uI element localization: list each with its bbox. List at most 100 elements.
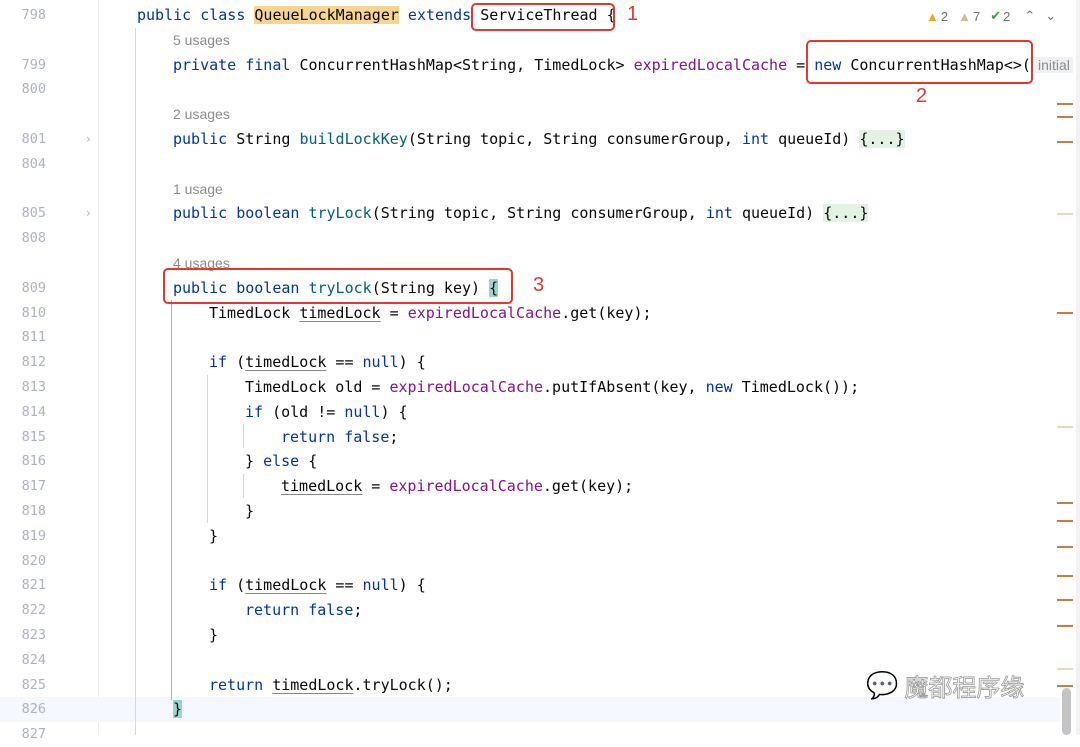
error-stripe-marker[interactable] [1057,599,1073,601]
code-text[interactable]: } [245,499,254,524]
code-line[interactable]: 813 TimedLock old = expiredLocalCache.put… [0,375,1060,400]
error-stripe-marker[interactable] [1057,685,1073,687]
line-number: 818 [21,503,46,519]
code-token: queueId) [778,130,860,148]
code-text[interactable]: return false; [245,598,362,623]
usage-hint-row[interactable]: 2 usages [0,102,1060,127]
error-stripe-marker[interactable] [1057,116,1073,118]
line-number: 798 [21,7,46,23]
code-line[interactable]: 814 if (old != null) { [0,400,1060,425]
code-line[interactable]: 808 [0,226,1060,251]
code-token: expiredLocalCache [407,303,562,322]
typo-check-icon: ✔ [990,8,1002,23]
wechat-icon: 💬 [866,670,899,701]
error-stripe-marker[interactable] [1057,426,1073,428]
folded-block[interactable]: {...} [859,130,905,148]
error-stripe-marker[interactable] [1057,625,1073,627]
code-line[interactable]: 809 public boolean tryLock(String key) { [0,276,1060,301]
usage-hint-row[interactable]: 1 usage [0,177,1060,202]
error-stripe-marker[interactable] [1057,546,1073,548]
code-text[interactable]: public String buildLockKey(String topic,… [173,127,905,152]
code-line[interactable]: 810 TimedLock timedLock = expiredLocalCac… [0,301,1060,326]
line-number: 808 [21,230,46,247]
error-stripe-marker[interactable] [1057,502,1073,504]
code-token: TimedLock old = [245,378,390,396]
code-line[interactable]: 822 return false; [0,598,1060,623]
code-token: null [362,353,399,372]
code-text[interactable]: } [209,524,218,549]
folded-block[interactable]: {...} [823,204,869,223]
code-text[interactable]: if (timedLock == null) { [209,350,426,375]
usages-link[interactable]: 1 usage [173,177,223,202]
line-number: 804 [21,155,46,172]
next-highlight-icon[interactable]: ⌄ [1045,8,1056,24]
code-line[interactable]: 818} [0,499,1060,524]
indent-guide [135,28,136,735]
typos-count[interactable]: ✔ 2 [990,8,1010,24]
code-line[interactable]: 823} [0,623,1060,648]
code-line[interactable]: 815 return false; [0,425,1060,450]
line-number: 814 [21,403,46,420]
code-token: { [308,452,318,471]
vertical-scrollbar[interactable] [1062,688,1071,735]
code-text[interactable]: if (old != null) { [245,400,408,425]
line-number: 813 [21,379,46,395]
usages-link[interactable]: 2 usages [173,102,230,127]
weak-warnings-count[interactable]: ▲ 7 [958,9,980,24]
code-line[interactable]: 804 [0,152,1060,177]
code-line[interactable]: 819} [0,524,1060,549]
error-stripe-marker[interactable] [1057,520,1073,522]
code-line[interactable]: 812 if (timedLock == null) { [0,350,1060,375]
line-number: 819 [21,527,46,544]
code-text[interactable]: return false; [281,425,398,450]
code-token: (old != [272,402,345,421]
code-token: ) { [398,353,426,372]
error-stripe-marker[interactable] [1057,141,1073,143]
code-editor[interactable]: 798 public class QueueLockManager extends… [0,0,1080,742]
code-token: String [236,130,300,148]
code-line[interactable]: 820 [0,549,1060,574]
code-token: } [173,700,183,719]
inspection-widget[interactable]: ▲ 2 ▲ 7 ✔ 2 ⌃ ⌄ [926,8,1056,24]
code-text[interactable]: } [173,697,183,722]
error-stripe-marker[interactable] [1057,575,1073,577]
line-number: 826 [21,701,46,718]
code-line[interactable]: 816} else { [0,449,1060,474]
code-line[interactable]: 805 › public boolean tryLock(String topic,… [0,201,1060,226]
code-line[interactable]: 801 › public String buildLockKey(String to… [0,127,1060,152]
code-text[interactable]: TimedLock timedLock = expiredLocalCache.… [209,301,652,326]
line-number: 811 [21,329,46,346]
error-stripe-marker[interactable] [1057,312,1073,314]
usages-link[interactable]: 5 usages [173,28,230,53]
error-stripe-marker[interactable] [1057,213,1073,215]
code-text[interactable]: TimedLock old = expiredLocalCache.putIfA… [245,375,859,400]
code-text[interactable]: return timedLock.tryLock(); [209,673,453,698]
line-number: 805 [21,205,46,222]
line-number: 810 [21,304,46,321]
line-number: 801 [21,131,46,147]
weak-warning-icon: ▲ [958,8,971,24]
code-line[interactable]: 817 timedLock = expiredLocalCache.get(key… [0,474,1060,499]
error-stripe-marker[interactable] [1057,103,1073,105]
usage-hint-row[interactable]: 4 usages [0,251,1060,276]
code-token: timedLock [281,477,363,496]
fold-chevron-icon[interactable]: › [86,127,91,152]
code-token: ; [353,601,363,620]
indent-guide [243,474,244,498]
code-line[interactable]: 821 if (timedLock == null) { [0,573,1060,598]
code-text[interactable]: } else { [245,449,317,474]
code-text[interactable]: timedLock = expiredLocalCache.get(key); [281,474,633,499]
code-text[interactable]: if (timedLock == null) { [209,573,426,598]
code-text[interactable]: } [209,623,218,648]
indent-guide [243,424,244,448]
fold-chevron-icon[interactable]: › [86,201,91,226]
line-number: 799 [21,56,46,73]
previous-highlight-icon[interactable]: ⌃ [1024,8,1035,24]
error-stripe-marker[interactable] [1057,668,1073,670]
warnings-count[interactable]: ▲ 2 [926,9,948,24]
code-text[interactable]: public boolean tryLock(String topic, Str… [173,201,869,226]
code-line[interactable]: 811 [0,325,1060,350]
line-number: 825 [21,676,46,693]
code-token: .get(key); [561,303,652,322]
annotation-box-1 [471,3,615,31]
